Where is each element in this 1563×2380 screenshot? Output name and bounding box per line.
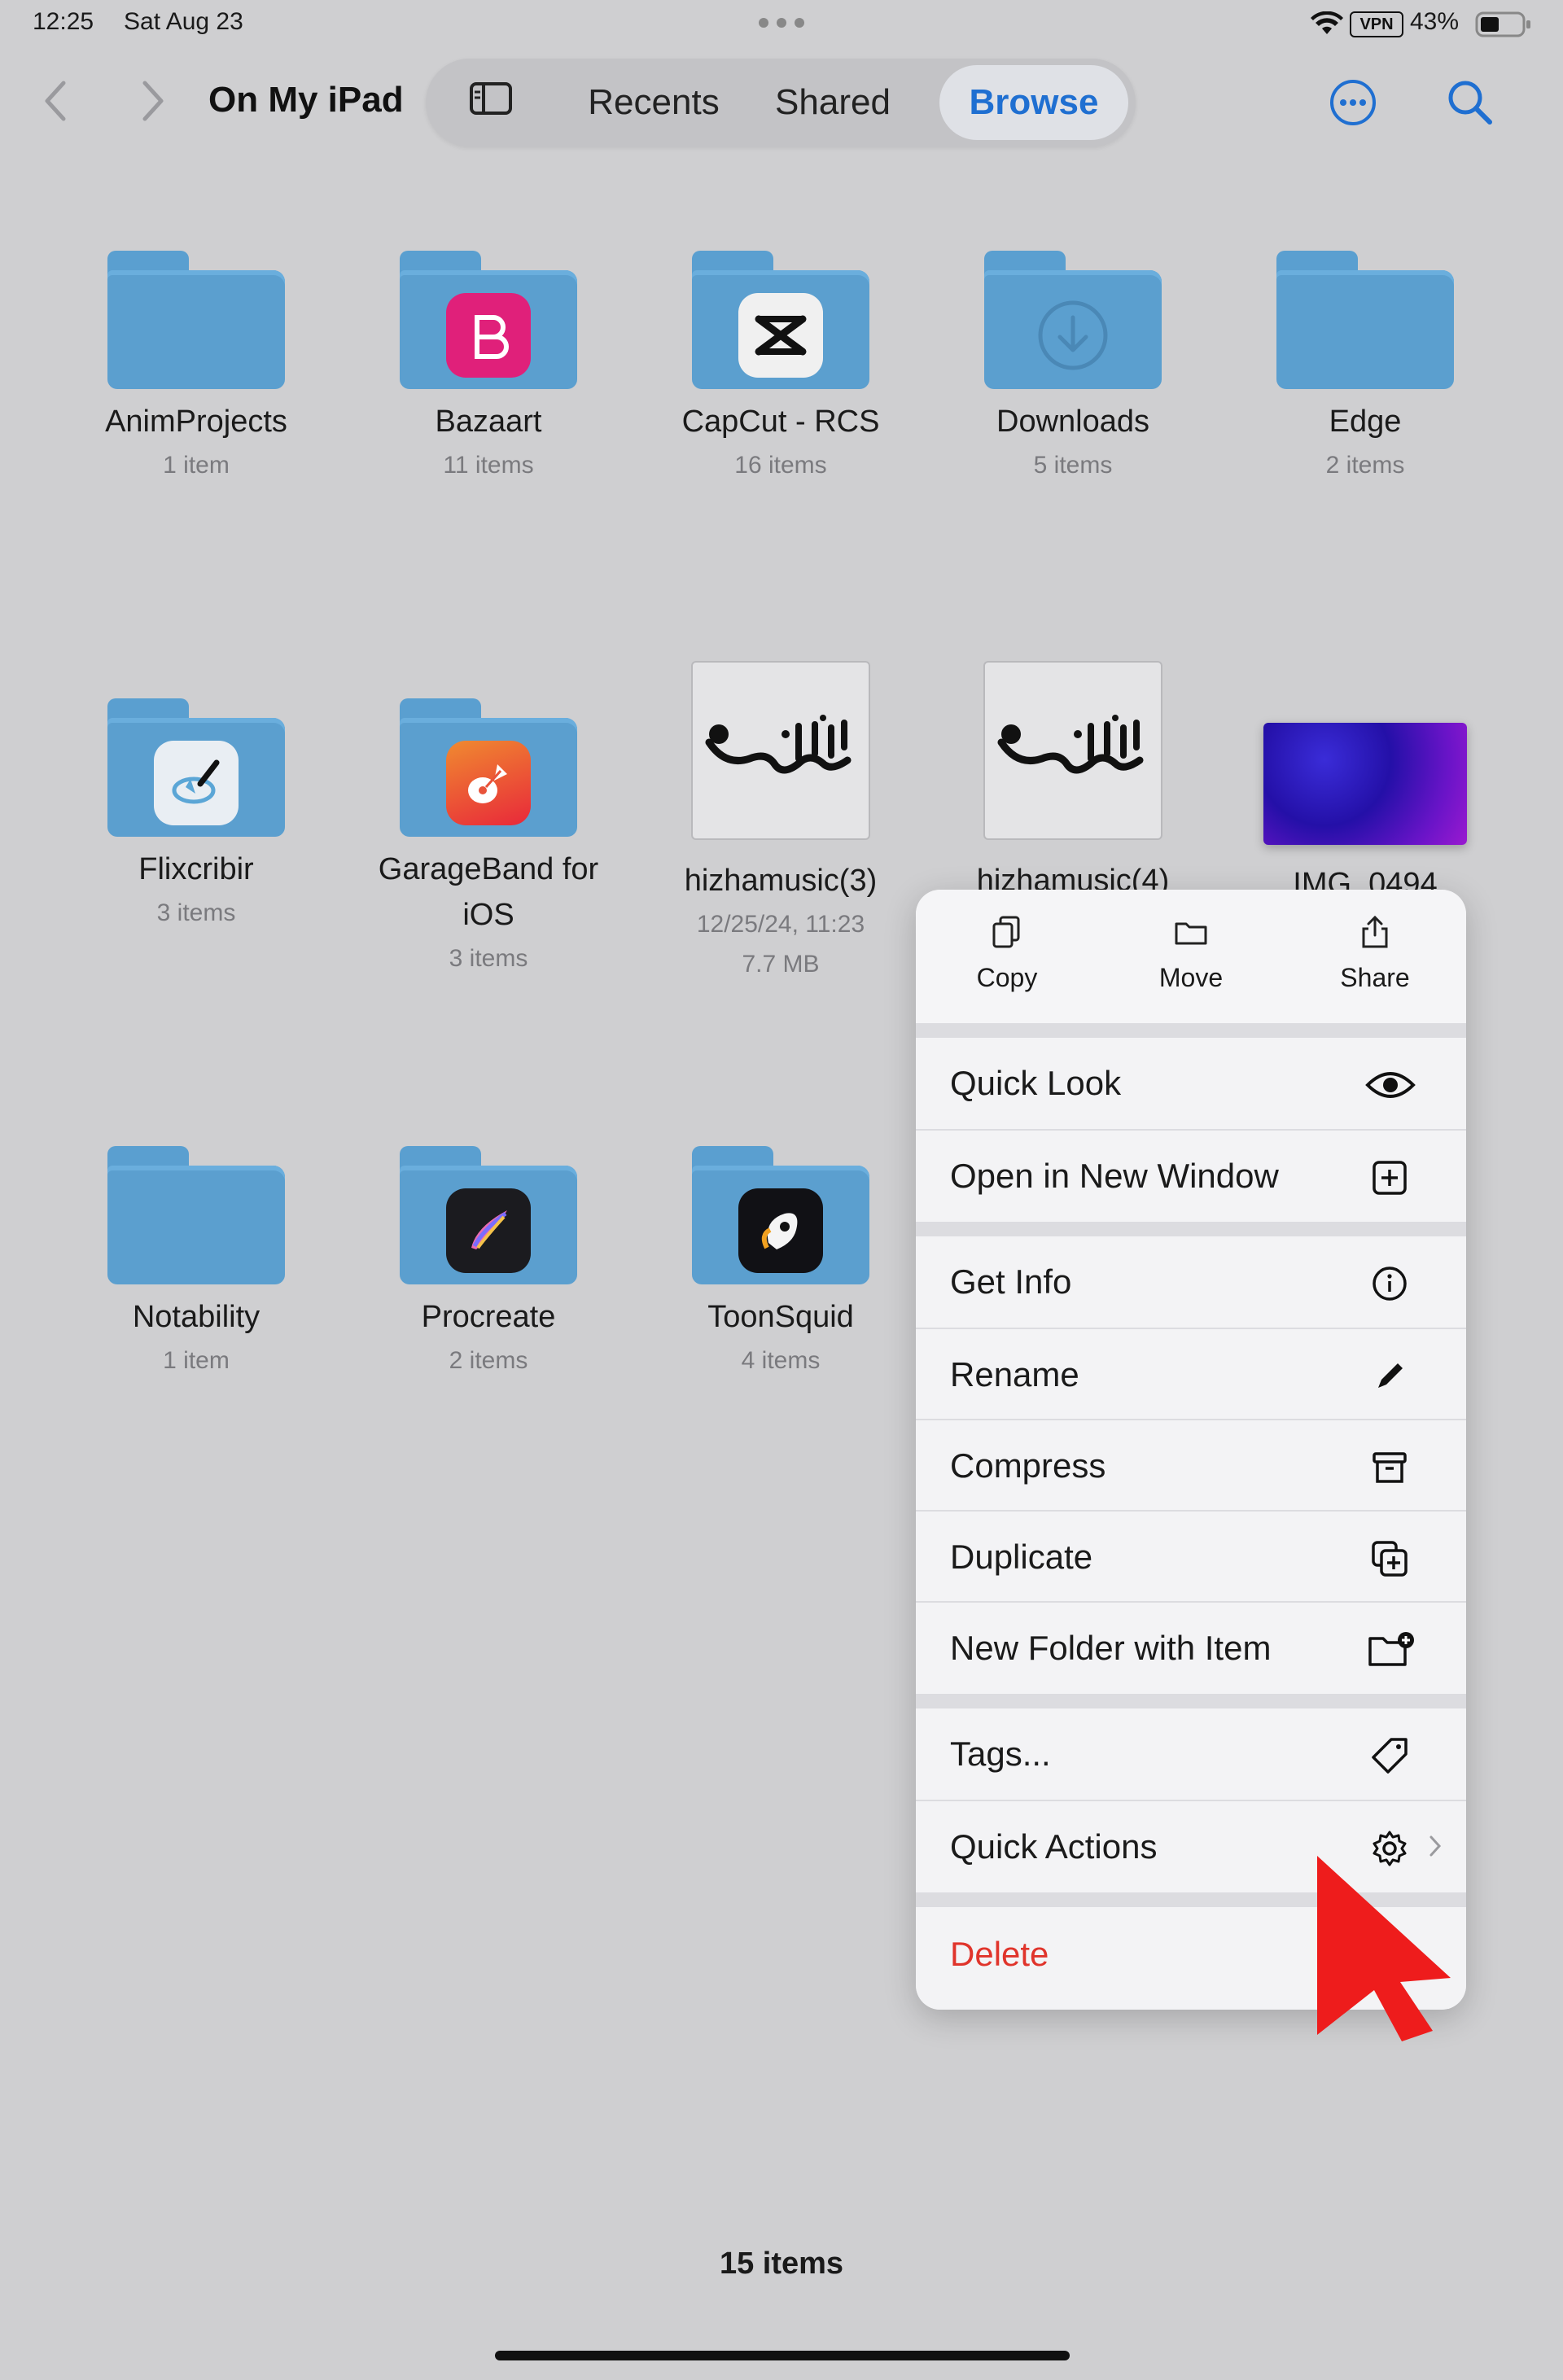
tab-recents[interactable]: Recents	[568, 59, 739, 147]
photo-thumbnail	[1263, 723, 1467, 845]
file-item-procreate[interactable]: Procreate 2 items	[350, 1146, 627, 1382]
search-icon[interactable]	[1446, 78, 1495, 131]
menu-item-compress[interactable]: Compress	[916, 1419, 1466, 1512]
flixcribir-app-icon	[154, 741, 239, 825]
image-thumbnail	[983, 661, 1162, 840]
garageband-guitar-icon	[446, 741, 531, 825]
procreate-app-icon	[446, 1188, 531, 1273]
duplicate-icon	[1370, 1539, 1409, 1578]
item-count: 15 items	[719, 2247, 844, 2281]
toonsquid-app-icon	[738, 1188, 823, 1273]
context-menu: Copy Move Share Quick Look Open in New W…	[916, 890, 1466, 2010]
battery-percent: 43%	[1410, 8, 1460, 35]
folder-plus-icon	[1367, 1630, 1416, 1669]
file-item-img-0494[interactable]: IMG_0494	[1227, 723, 1504, 907]
tab-shared[interactable]: Shared	[751, 59, 914, 147]
folder-icon	[400, 1146, 577, 1284]
folder-icon	[107, 251, 285, 389]
file-item-hizhamusic-3[interactable]: hizhamusic(3) 12/25/24, 11:23 7.7 MB	[642, 661, 919, 983]
home-indicator[interactable]	[495, 2351, 1070, 2360]
more-options-icon[interactable]	[1329, 78, 1377, 131]
forward-chevron-icon[interactable]	[137, 77, 169, 129]
pointer-cursor-icon	[1311, 1848, 1457, 2047]
battery-icon	[1475, 11, 1532, 42]
file-item-edge[interactable]: Edge 2 items	[1227, 251, 1504, 487]
menu-item-new-folder-with-item[interactable]: New Folder with Item	[916, 1601, 1466, 1694]
menu-item-quick-look[interactable]: Quick Look	[916, 1038, 1466, 1129]
status-date: Sat Aug 23	[124, 8, 243, 35]
calligraphy-logo-icon	[997, 715, 1144, 774]
status-time: 12:25	[33, 8, 94, 35]
file-item-flixcribir[interactable]: Flixcribir 3 items	[58, 698, 335, 934]
wifi-icon	[1311, 11, 1343, 40]
archive-icon	[1370, 1448, 1409, 1487]
sidebar-toggle-button[interactable]	[450, 59, 532, 147]
pencil-icon	[1370, 1357, 1409, 1396]
menu-item-tags[interactable]: Tags...	[916, 1708, 1466, 1800]
folder-outline-icon	[1110, 914, 1272, 956]
folder-icon	[107, 698, 285, 837]
sidebar-icon	[469, 60, 513, 148]
file-item-downloads[interactable]: Downloads 5 items	[935, 251, 1211, 487]
share-button[interactable]: Share	[1294, 914, 1456, 993]
file-item-hizhamusic-4[interactable]: hizhamusic(4)	[935, 661, 1211, 903]
eye-icon	[1365, 1065, 1416, 1105]
file-item-notability[interactable]: Notability 1 item	[58, 1146, 335, 1382]
back-chevron-icon[interactable]	[39, 77, 72, 129]
bazaart-app-icon	[446, 293, 531, 378]
file-item-bazaart[interactable]: Bazaart 11 items	[350, 251, 627, 487]
menu-item-rename[interactable]: Rename	[916, 1328, 1466, 1420]
folder-icon	[400, 251, 577, 389]
vpn-badge: VPN	[1350, 11, 1403, 37]
folder-icon	[400, 698, 577, 837]
folder-icon	[1276, 251, 1454, 389]
menu-item-duplicate[interactable]: Duplicate	[916, 1510, 1466, 1603]
image-thumbnail	[691, 661, 870, 840]
plus-square-icon	[1370, 1158, 1409, 1197]
folder-icon	[984, 251, 1162, 389]
share-icon	[1294, 914, 1456, 956]
tab-browse[interactable]: Browse	[939, 65, 1128, 140]
menu-item-get-info[interactable]: Get Info	[916, 1236, 1466, 1328]
capcut-app-icon	[738, 293, 823, 378]
copy-button[interactable]: Copy	[926, 914, 1088, 993]
folder-icon	[107, 1146, 285, 1284]
move-button[interactable]: Move	[1110, 914, 1272, 993]
info-icon	[1370, 1264, 1409, 1303]
tag-icon	[1370, 1736, 1409, 1775]
menu-item-open-in-new-window[interactable]: Open in New Window	[916, 1129, 1466, 1222]
menu-top-actions: Copy Move Share	[916, 890, 1466, 1023]
file-item-capcut[interactable]: CapCut - RCS 16 items	[642, 251, 919, 487]
multitasking-dots-icon[interactable]	[757, 16, 806, 33]
folder-icon	[692, 251, 869, 389]
file-item-toonsquid[interactable]: ToonSquid 4 items	[642, 1146, 919, 1382]
file-item-garageband[interactable]: GarageBand for iOS 3 items	[350, 698, 627, 980]
view-segmented-control: Recents Shared Browse	[426, 59, 1136, 147]
calligraphy-logo-icon	[705, 715, 852, 774]
copy-icon	[926, 914, 1088, 956]
page-title: On My iPad	[208, 80, 404, 120]
download-arrow-icon	[1035, 298, 1110, 377]
file-item-animprojects[interactable]: AnimProjects 1 item	[58, 251, 335, 487]
folder-icon	[692, 1146, 869, 1284]
